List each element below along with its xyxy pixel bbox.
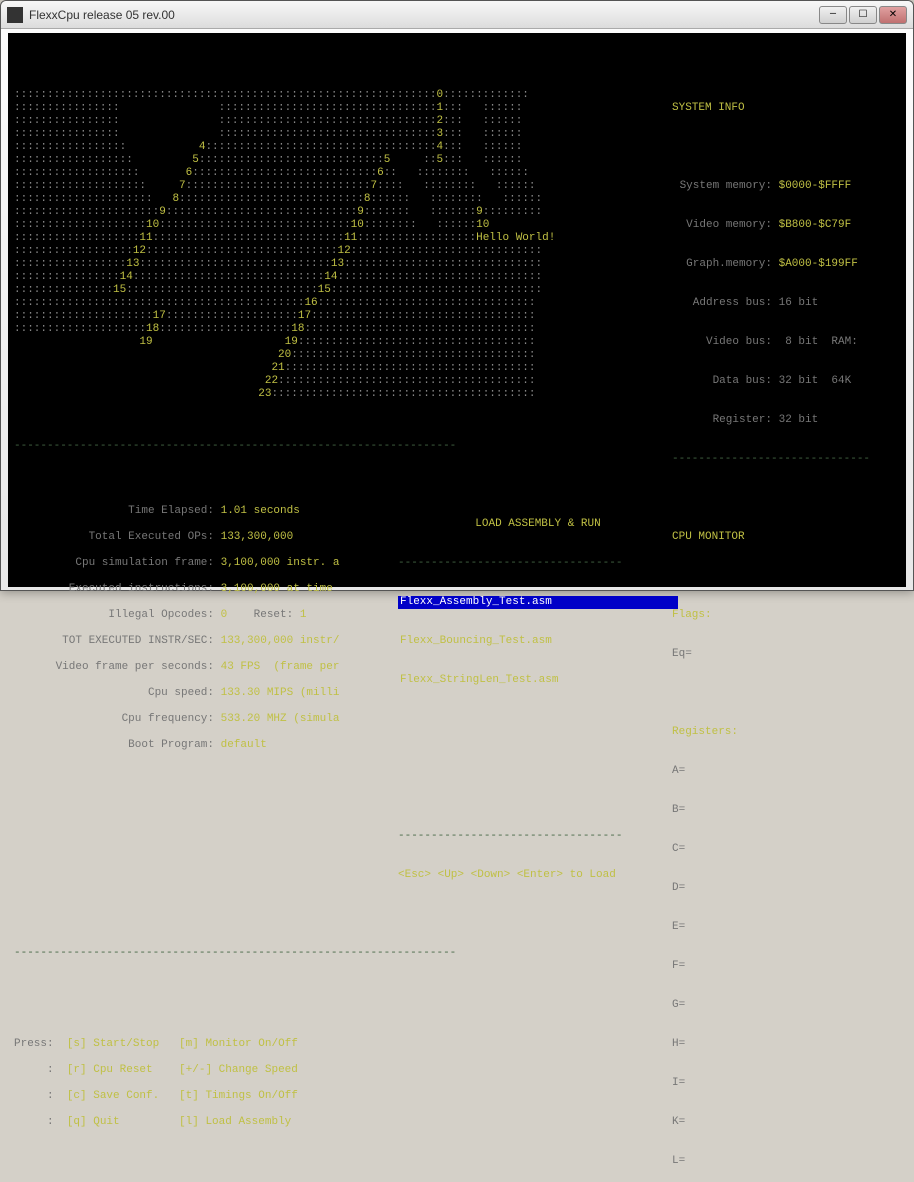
right-panel: SYSTEM INFO System memory: $0000-$FFFF V… bbox=[672, 37, 900, 1182]
label-execinstr: Executed instructions: bbox=[14, 583, 214, 596]
load-header: LOAD ASSEMBLY & RUN bbox=[398, 518, 678, 531]
val-boot: default bbox=[221, 739, 267, 751]
terminal: ::::::::::::::::::::::::::::::::::::::::… bbox=[8, 33, 906, 587]
reg-e: E= bbox=[672, 921, 900, 934]
sysinfo-header: SYSTEM INFO bbox=[672, 102, 900, 115]
label-illegal: Illegal Opcodes: bbox=[14, 609, 214, 622]
label-cpuspeed: Cpu speed: bbox=[14, 687, 214, 700]
key-pm: [+/-] Change Speed bbox=[179, 1064, 298, 1076]
flags-label: Flags: bbox=[672, 609, 900, 622]
label-time: Time Elapsed: bbox=[14, 505, 214, 518]
key-m: [m] Monitor On/Off bbox=[179, 1038, 298, 1050]
ram-label: RAM: bbox=[831, 336, 857, 349]
val-vfps: 43 FPS (frame per bbox=[221, 661, 340, 673]
label-reset: Reset: bbox=[254, 609, 294, 622]
key-s: [s] Start/Stop bbox=[67, 1038, 159, 1050]
load-divider2: ---------------------------------- bbox=[398, 830, 678, 843]
load-hint: <Esc> <Up> <Down> <Enter> to Load bbox=[398, 869, 678, 882]
minimize-button[interactable]: — bbox=[819, 6, 847, 24]
registers-label: Registers: bbox=[672, 726, 900, 739]
reg-b: B= bbox=[672, 804, 900, 817]
val-time: 1.01 seconds bbox=[221, 505, 300, 517]
sysmem-val: $0000-$FFFF bbox=[779, 180, 852, 192]
reg-h: H= bbox=[672, 1038, 900, 1051]
vidmem-val: $B800-$C79F bbox=[779, 219, 852, 231]
reg-i: I= bbox=[672, 1077, 900, 1090]
val-reset: 1 bbox=[300, 609, 307, 621]
graphmem-val: $A000-$199FF bbox=[779, 258, 858, 270]
reg-a: A= bbox=[672, 765, 900, 778]
val-execinstr: 3,100,000 at time bbox=[221, 583, 333, 595]
file-item-0[interactable]: Flexx_Assembly_Test.asm bbox=[398, 596, 678, 609]
reg-c: C= bbox=[672, 843, 900, 856]
reg-d: D= bbox=[672, 882, 900, 895]
val-ops: 133,300,000 bbox=[221, 531, 294, 543]
file-item-2[interactable]: Flexx_StringLen_Test.asm bbox=[398, 674, 678, 687]
close-button[interactable]: ✕ bbox=[879, 6, 907, 24]
load-divider: ---------------------------------- bbox=[398, 557, 678, 570]
ram-val: 64K bbox=[831, 375, 851, 387]
addrbus-val: 16 bit bbox=[779, 297, 819, 309]
file-item-1[interactable]: Flexx_Bouncing_Test.asm bbox=[398, 635, 678, 648]
val-cpuspeed: 133.30 MIPS (milli bbox=[221, 687, 340, 699]
key-l: [l] Load Assembly bbox=[179, 1116, 291, 1128]
key-r: [r] Cpu Reset bbox=[67, 1064, 153, 1076]
label-boot: Boot Program: bbox=[14, 739, 214, 752]
databus-label: Data bus: bbox=[672, 375, 772, 388]
press-label: Press: bbox=[14, 1038, 54, 1050]
cpumon-header: CPU MONITOR bbox=[672, 531, 900, 544]
window-controls: — ☐ ✕ bbox=[819, 6, 907, 24]
val-cpufreq: 533.20 MHZ (simula bbox=[221, 713, 340, 725]
reg-g: G= bbox=[672, 999, 900, 1012]
vidbus-val: 8 bit bbox=[785, 336, 818, 348]
label-totexec: TOT EXECUTED INSTR/SEC: bbox=[14, 635, 214, 648]
reg-val: 32 bit bbox=[779, 414, 819, 426]
key-q: [q] Quit bbox=[67, 1116, 120, 1128]
label-simframe: Cpu simulation frame: bbox=[14, 557, 214, 570]
app-icon bbox=[7, 7, 23, 23]
label-cpufreq: Cpu frequency: bbox=[14, 713, 214, 726]
stats-left: Time Elapsed: 1.01 seconds Total Execute… bbox=[14, 492, 394, 908]
titlebar[interactable]: FlexxCpu release 05 rev.00 — ☐ ✕ bbox=[1, 1, 913, 29]
reg-k: K= bbox=[672, 1116, 900, 1129]
addrbus-label: Address bus: bbox=[672, 297, 772, 310]
databus-val: 32 bit bbox=[779, 375, 819, 387]
sysmem-label: System memory: bbox=[672, 180, 772, 193]
vidmem-label: Video memory: bbox=[672, 219, 772, 232]
vidbus-label: Video bus: bbox=[672, 336, 772, 349]
app-window: FlexxCpu release 05 rev.00 — ☐ ✕ :::::::… bbox=[0, 0, 914, 591]
label-ops: Total Executed OPs: bbox=[14, 531, 214, 544]
key-t: [t] Timings On/Off bbox=[179, 1090, 298, 1102]
label-vfps: Video frame per seconds: bbox=[14, 661, 214, 674]
load-panel: LOAD ASSEMBLY & RUN --------------------… bbox=[398, 492, 678, 908]
maximize-button[interactable]: ☐ bbox=[849, 6, 877, 24]
reg-f: F= bbox=[672, 960, 900, 973]
eq-label: Eq= bbox=[672, 648, 900, 661]
graphmem-label: Graph.memory: bbox=[672, 258, 772, 271]
window-title: FlexxCpu release 05 rev.00 bbox=[29, 8, 819, 22]
val-simframe: 3,100,000 instr. a bbox=[221, 557, 340, 569]
val-illegal: 0 bbox=[221, 609, 228, 621]
val-totexec: 133,300,000 instr/ bbox=[221, 635, 340, 647]
reg-label: Register: bbox=[672, 414, 772, 427]
right-div-1: ------------------------------ bbox=[672, 453, 900, 466]
key-c: [c] Save Conf. bbox=[67, 1090, 159, 1102]
reg-l: L= bbox=[672, 1155, 900, 1168]
